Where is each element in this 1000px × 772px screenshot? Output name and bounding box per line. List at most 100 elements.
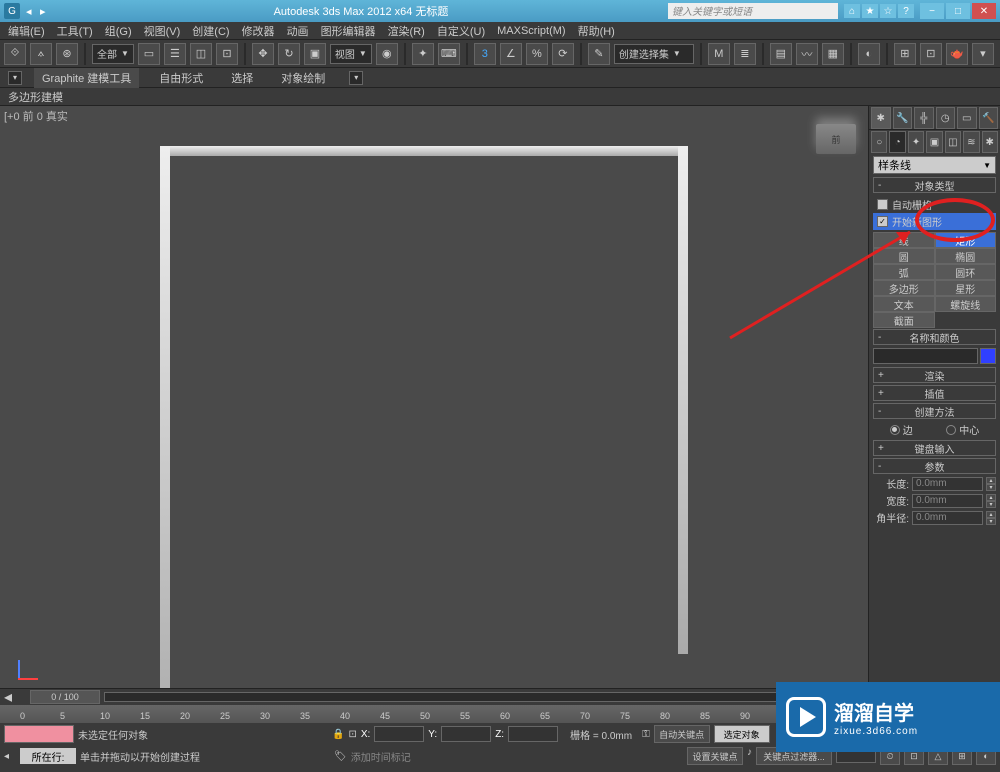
angle-snap-icon[interactable]: ∠ (500, 43, 522, 65)
spin-up-icon[interactable]: ▴ (986, 511, 996, 518)
spinner-snap-icon[interactable]: ⟳ (552, 43, 574, 65)
select-icon[interactable]: ▭ (138, 43, 160, 65)
viewport[interactable]: [+0 前 0 真实 前 (0, 106, 868, 688)
lights-icon[interactable]: ✦ (908, 131, 924, 153)
utilities-tab-icon[interactable]: 🔨 (979, 107, 999, 129)
menu-help[interactable]: 帮助(H) (574, 23, 619, 39)
menu-grapheditors[interactable]: 图形编辑器 (317, 23, 380, 39)
rollout-parameters[interactable]: -参数 (873, 458, 996, 474)
star-icon[interactable]: ★ (862, 4, 878, 18)
window-crossing-icon[interactable]: ⊡ (216, 43, 238, 65)
shape-line-button[interactable]: 线 (873, 232, 935, 248)
corner-radius-input[interactable]: 0.0mm (912, 511, 983, 525)
rollout-interpolation[interactable]: +插值 (873, 385, 996, 401)
key-mode-icon[interactable]: ♪ (747, 747, 752, 765)
object-name-input[interactable] (873, 348, 978, 364)
spin-up-icon[interactable]: ▴ (986, 494, 996, 501)
move-icon[interactable]: ✥ (252, 43, 274, 65)
time-slider[interactable]: 0 / 100 (30, 690, 100, 704)
bind-icon[interactable]: ⊛ (56, 43, 78, 65)
shape-section-button[interactable]: 截面 (873, 312, 935, 328)
help-search-input[interactable]: 键入关键字或短语 (668, 3, 838, 19)
ribbon-tab-modeling[interactable]: Graphite 建模工具 (34, 68, 139, 88)
rollout-name-color[interactable]: -名称和颜色 (873, 329, 996, 345)
spin-up-icon[interactable]: ▴ (986, 477, 996, 484)
menu-modifiers[interactable]: 修改器 (238, 23, 279, 39)
add-time-tag[interactable]: 添加时间标记 (351, 749, 411, 764)
rollout-object-type[interactable]: -对象类型 (873, 177, 996, 193)
autokey-button[interactable]: 自动关键点 (654, 725, 710, 743)
setkey-button[interactable]: 设置关键点 (687, 747, 743, 765)
keyboard-icon[interactable]: ⌨ (438, 43, 460, 65)
shape-donut-button[interactable]: 圆环 (935, 264, 997, 280)
display-tab-icon[interactable]: ▭ (957, 107, 977, 129)
hierarchy-tab-icon[interactable]: ╬ (914, 107, 934, 129)
schematic-icon[interactable]: ▦ (822, 43, 844, 65)
info-icon[interactable]: ⌂ (844, 4, 860, 18)
modify-tab-icon[interactable]: 🔧 (893, 107, 913, 129)
layers-icon[interactable]: ▤ (770, 43, 792, 65)
shape-ellipse-button[interactable]: 椭圆 (935, 248, 997, 264)
shapes-icon[interactable]: ◔ (889, 131, 905, 153)
select-name-icon[interactable]: ☰ (164, 43, 186, 65)
align-icon[interactable]: ≣ (734, 43, 756, 65)
menu-group[interactable]: 组(G) (101, 23, 136, 39)
arrow-right-icon[interactable]: ▸ (40, 5, 54, 18)
shape-rectangle-button[interactable]: 矩形 (935, 232, 997, 248)
unlink-icon[interactable]: ⟑ (30, 43, 52, 65)
viewport-label[interactable]: [+0 前 0 真实 (4, 108, 68, 124)
length-input[interactable]: 0.0mm (912, 477, 983, 491)
named-selection-set[interactable]: 创建选择集▼ (614, 44, 694, 64)
material-editor-icon[interactable]: ◐ (858, 43, 880, 65)
render-dropdown-icon[interactable]: ▾ (972, 43, 994, 65)
helpers-icon[interactable]: ◫ (945, 131, 961, 153)
systems-icon[interactable]: ✱ (982, 131, 998, 153)
motion-tab-icon[interactable]: ◷ (936, 107, 956, 129)
ribbon-collapse-icon[interactable]: ▾ (8, 71, 22, 85)
link-icon[interactable]: ⟐ (4, 43, 26, 65)
shape-circle-button[interactable]: 圆 (873, 248, 935, 264)
auto-grid-checkbox[interactable]: 自动栅格 (873, 196, 996, 213)
ref-coord-system[interactable]: 视图▼ (330, 44, 372, 64)
menu-edit[interactable]: 编辑(E) (4, 23, 49, 39)
selected-label[interactable]: 选定对象 (714, 725, 770, 743)
render-setup-icon[interactable]: ⊞ (894, 43, 916, 65)
spin-down-icon[interactable]: ▾ (986, 501, 996, 508)
x-input[interactable] (374, 726, 424, 742)
ribbon-tab-paint[interactable]: 对象绘制 (273, 68, 333, 88)
mirror-icon[interactable]: M (708, 43, 730, 65)
rollout-creation-method[interactable]: -创建方法 (873, 403, 996, 419)
width-input[interactable]: 0.0mm (912, 494, 983, 508)
snap-icon[interactable]: 3 (474, 43, 496, 65)
render-icon[interactable]: 🫖 (946, 43, 968, 65)
key-icon[interactable]: ⚿ (642, 729, 650, 740)
star2-icon[interactable]: ☆ (880, 4, 896, 18)
radio-center[interactable]: 中心 (946, 422, 979, 437)
shapes-category-dropdown[interactable]: 样条线▼ (873, 156, 996, 174)
rollout-render[interactable]: +渲染 (873, 367, 996, 383)
selection-filter[interactable]: 全部▼ (92, 44, 134, 64)
object-color-swatch[interactable] (980, 348, 996, 364)
create-tab-icon[interactable]: ✱ (871, 107, 891, 129)
shape-ngon-button[interactable]: 多边形 (873, 280, 935, 296)
ribbon-tab-selection[interactable]: 选择 (223, 68, 261, 88)
render-frame-icon[interactable]: ⊡ (920, 43, 942, 65)
arrow-left-icon[interactable]: ◂ (26, 5, 40, 18)
spacewarps-icon[interactable]: ≋ (963, 131, 979, 153)
geometry-icon[interactable]: ○ (871, 131, 887, 153)
menu-create[interactable]: 创建(C) (188, 23, 233, 39)
menu-animation[interactable]: 动画 (283, 23, 313, 39)
viewcube[interactable]: 前 (816, 124, 856, 154)
menu-rendering[interactable]: 渲染(R) (384, 23, 429, 39)
cameras-icon[interactable]: ▣ (926, 131, 942, 153)
curve-editor-icon[interactable]: 〰 (796, 43, 818, 65)
z-input[interactable] (508, 726, 558, 742)
edit-selection-icon[interactable]: ✎ (588, 43, 610, 65)
shape-star-button[interactable]: 星形 (935, 280, 997, 296)
spin-down-icon[interactable]: ▾ (986, 484, 996, 491)
shape-text-button[interactable]: 文本 (873, 296, 935, 312)
shape-arc-button[interactable]: 弧 (873, 264, 935, 280)
track-toggle-icon[interactable]: ◂ (4, 687, 18, 707)
menu-maxscript[interactable]: MAXScript(M) (493, 25, 569, 37)
rollout-keyboard[interactable]: +键盘输入 (873, 440, 996, 456)
